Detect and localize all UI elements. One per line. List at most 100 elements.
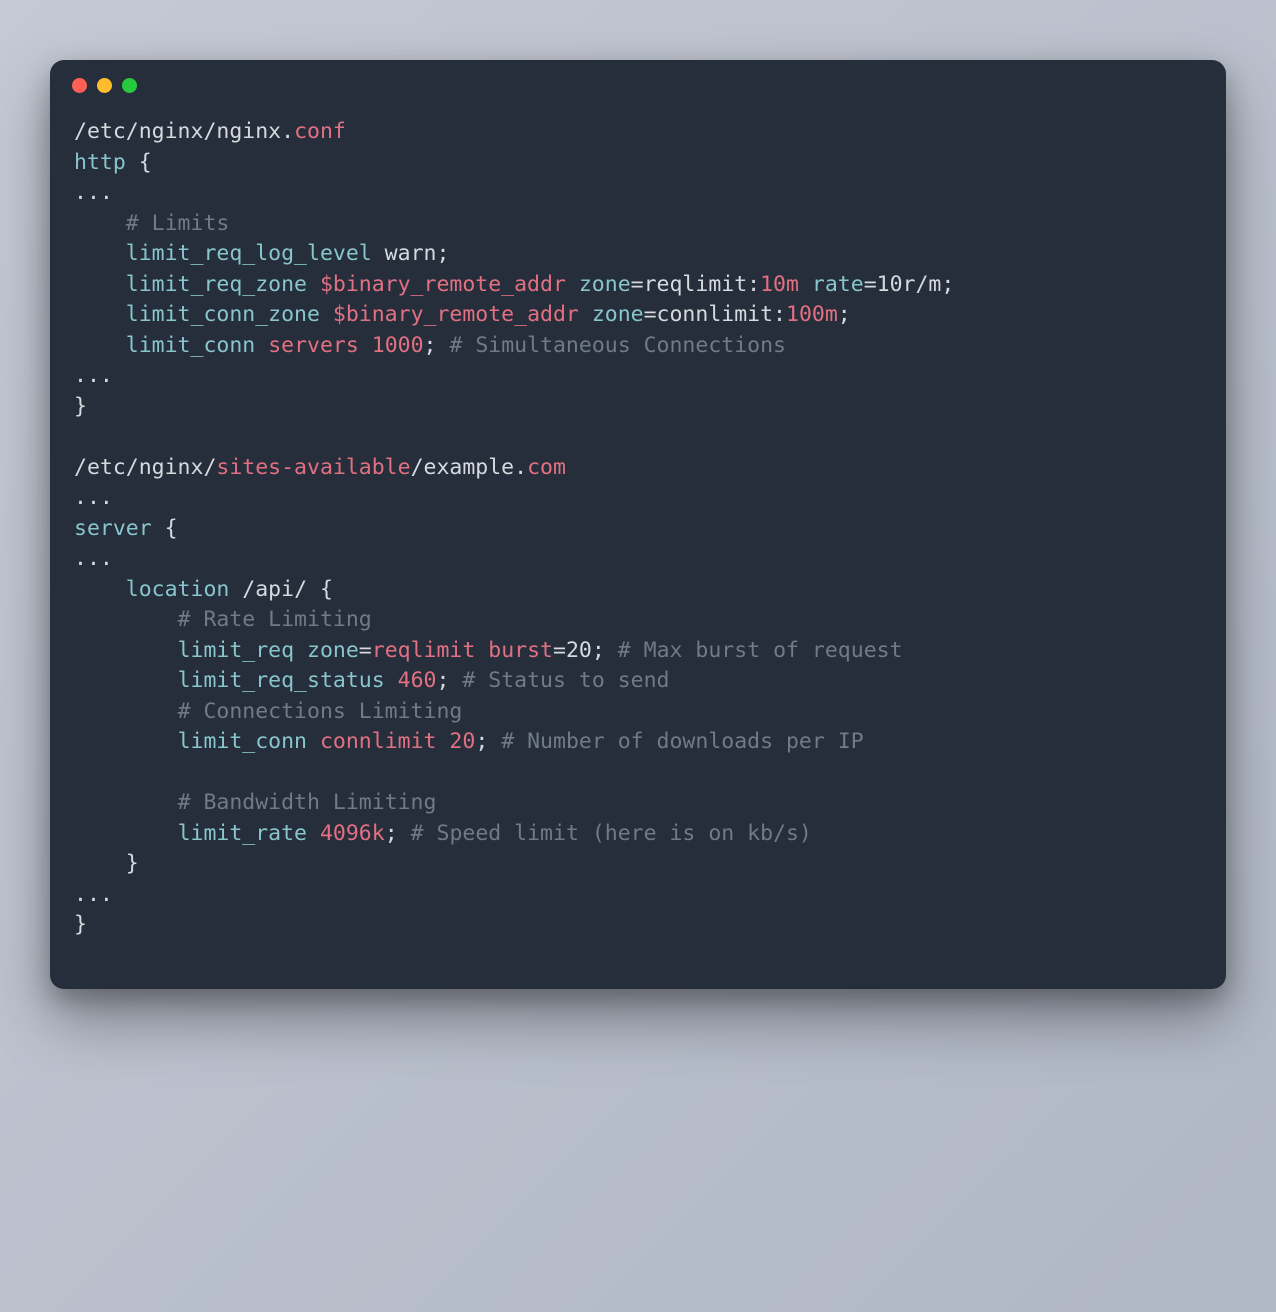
code-token-punct: ... — [74, 180, 113, 205]
code-token-keyword: com — [527, 455, 566, 480]
code-token-plain — [74, 333, 126, 358]
code-token-plain — [475, 638, 488, 663]
code-token-plain — [74, 668, 178, 693]
code-token-plain: reqlimit — [644, 272, 748, 297]
code-line: server { — [74, 516, 178, 541]
code-token-var: $binary_remote_addr — [320, 272, 566, 297]
code-token-plain: connlimit — [657, 302, 774, 327]
code-token-var: $binary_remote_addr — [333, 302, 579, 327]
code-token-plain — [799, 272, 812, 297]
code-token-plain — [385, 668, 398, 693]
code-token-plain — [398, 821, 411, 846]
code-line: /etc/nginx/nginx.conf — [74, 119, 346, 144]
code-token-punct: . — [514, 455, 527, 480]
code-token-num: 10m — [760, 272, 799, 297]
code-token-plain — [74, 638, 178, 663]
code-token-plain — [74, 241, 126, 266]
code-token-punct: } — [126, 851, 139, 876]
code-token-punct: = — [359, 638, 372, 663]
code-token-punct: ; — [424, 333, 437, 358]
code-token-punct: ... — [74, 485, 113, 510]
code-token-punct: ; — [436, 241, 449, 266]
code-token-plain — [74, 272, 126, 297]
code-token-num: 4096k — [320, 821, 385, 846]
code-line: limit_conn servers 1000; # Simultaneous … — [74, 333, 786, 358]
code-token-dir: limit_rate — [178, 821, 307, 846]
code-token-dir: limit_req — [178, 638, 295, 663]
code-token-keyword: conf — [294, 119, 346, 144]
code-line: ... — [74, 485, 113, 510]
code-token-comment: # Bandwidth Limiting — [178, 790, 437, 815]
code-token-plain — [307, 729, 320, 754]
code-token-plain — [307, 272, 320, 297]
code-line: limit_conn_zone $binary_remote_addr zone… — [74, 302, 851, 327]
code-token-punct: { — [139, 150, 152, 175]
code-token-plain — [449, 668, 462, 693]
code-line: limit_rate 4096k; # Speed limit (here is… — [74, 821, 812, 846]
code-token-num: 20 — [449, 729, 475, 754]
code-line: /etc/nginx/sites-available/example.com — [74, 455, 566, 480]
code-token-plain — [566, 272, 579, 297]
code-token-keyword: reqlimit — [372, 638, 476, 663]
code-token-dir: http — [74, 150, 126, 175]
code-line: limit_req_log_level warn; — [74, 241, 449, 266]
code-line: } — [74, 912, 87, 937]
code-token-plain — [74, 821, 178, 846]
code-token-punct: ; — [475, 729, 488, 754]
code-line: # Limits — [74, 211, 229, 236]
code-token-plain: 10r/m — [877, 272, 942, 297]
code-token-punct: ... — [74, 546, 113, 571]
code-token-num: 1000 — [372, 333, 424, 358]
code-token-dir: zone — [579, 272, 631, 297]
minimize-icon[interactable] — [97, 78, 112, 93]
code-token-dir: limit_req_status — [178, 668, 385, 693]
code-token-plain — [294, 638, 307, 663]
close-icon[interactable] — [72, 78, 87, 93]
code-line: limit_req zone=reqlimit burst=20; # Max … — [74, 638, 903, 663]
code-token-plain — [126, 150, 139, 175]
code-token-dir: limit_conn_zone — [126, 302, 320, 327]
code-line: ... — [74, 546, 113, 571]
code-token-plain — [74, 699, 178, 724]
code-token-punct: ; — [436, 668, 449, 693]
code-token-punct: ; — [941, 272, 954, 297]
code-token-plain — [74, 211, 126, 236]
code-token-punct: { — [320, 577, 333, 602]
code-line: limit_conn connlimit 20; # Number of dow… — [74, 729, 864, 754]
code-token-plain — [74, 577, 126, 602]
code-token-punct: ; — [838, 302, 851, 327]
code-token-punct: ... — [74, 882, 113, 907]
code-token-dir: limit_conn — [178, 729, 307, 754]
code-token-punct: = — [864, 272, 877, 297]
code-token-plain — [152, 516, 165, 541]
code-line: } — [74, 851, 139, 876]
code-token-plain — [74, 607, 178, 632]
code-token-plain — [74, 729, 178, 754]
code-token-keyword: burst — [488, 638, 553, 663]
code-token-plain — [74, 790, 178, 815]
code-token-punct: = — [553, 638, 566, 663]
code-token-punct: ... — [74, 363, 113, 388]
code-token-comment: # Rate Limiting — [178, 607, 372, 632]
code-token-dir: zone — [592, 302, 644, 327]
code-block: /etc/nginx/nginx.conf http { ... # Limit… — [50, 93, 1226, 989]
code-line: } — [74, 394, 87, 419]
code-token-comment: # Max burst of request — [618, 638, 903, 663]
code-line: http { — [74, 150, 152, 175]
code-token-dir: server — [74, 516, 152, 541]
code-token-plain: warn — [372, 241, 437, 266]
code-token-punct: : — [773, 302, 786, 327]
code-token-dir: limit_conn — [126, 333, 255, 358]
code-token-punct: ; — [385, 821, 398, 846]
code-token-plain — [74, 302, 126, 327]
code-token-keyword: sites-available — [216, 455, 410, 480]
code-token-comment: # Status to send — [462, 668, 669, 693]
code-token-punct: = — [644, 302, 657, 327]
code-token-plain: /etc/nginx/nginx — [74, 119, 281, 144]
code-token-dir: rate — [812, 272, 864, 297]
zoom-icon[interactable] — [122, 78, 137, 93]
window-titlebar[interactable] — [50, 60, 1226, 93]
code-token-plain — [579, 302, 592, 327]
code-token-plain: /api/ — [229, 577, 320, 602]
code-token-comment: # Simultaneous Connections — [449, 333, 786, 358]
